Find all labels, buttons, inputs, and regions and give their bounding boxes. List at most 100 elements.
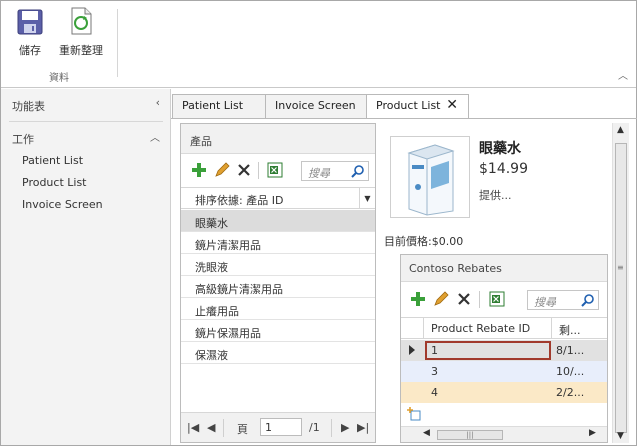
scrollbar-thumb[interactable] [615,143,627,433]
ribbon-collapse-icon[interactable]: ︿ [618,67,628,82]
list-item-label: 保濕液 [195,349,228,362]
nav-panel: 功能表 ‹ 工作 ︿ Patient List Product List Inv… [1,89,171,445]
nav-divider [9,121,163,122]
prev-page-icon[interactable]: ◀ [207,421,215,434]
add-icon[interactable] [191,162,207,178]
nav-item-patient-list[interactable]: Patient List [22,154,83,167]
scrollbar-grip-icon: ≡ [617,263,624,272]
sort-label: 排序依據: 產品 ID [195,194,284,207]
eyedrops-image [407,144,455,216]
products-panel: 產品 搜尋 排序依據: 產品 ID ▼ 眼藥水 鏡片清潔用品 洗眼液 高級鏡片清… [180,123,376,443]
list-item-label: 止癢用品 [195,305,239,318]
app-window: 儲存 重新整理 資料 ︿ 功能表 ‹ 工作 ︿ Patient List Pro… [0,0,637,446]
selected-cell[interactable] [425,341,551,360]
list-item-label: 高級鏡片清潔用品 [195,283,283,296]
row-pointer-icon [409,345,415,355]
nav-header: 功能表 [12,100,45,113]
sort-dropdown[interactable]: 排序依據: 產品 ID ▼ [181,187,375,209]
new-row-icon[interactable] [407,407,421,421]
list-item[interactable]: 高級鏡片清潔用品 [181,276,375,298]
page-total: /1 [309,421,320,434]
edit-icon[interactable] [214,162,230,178]
list-item[interactable]: 保濕液 [181,342,375,364]
table-row[interactable]: 1 8/1... [401,340,607,361]
pager: |◀ ◀ 頁 1 /1 ▶ ▶| [181,412,375,442]
list-item-label: 鏡片清潔用品 [195,239,261,252]
product-image [390,136,470,218]
refresh-label: 重新整理 [59,44,103,57]
search-placeholder: 搜尋 [534,296,556,309]
horizontal-scrollbar[interactable]: ◀ ||| ▶ [401,426,607,442]
rebate-id-cell: 4 [431,386,438,399]
rebate-cell-2: 10/... [556,365,585,378]
chevron-down-icon[interactable]: ▼ [359,188,375,208]
edit-icon[interactable] [433,291,449,307]
page-label: 頁 [237,423,248,436]
next-page-icon[interactable]: ▶ [341,421,349,434]
tab-product-list[interactable]: Product List ✕ [366,94,469,119]
scroll-up-icon[interactable]: ▲ [617,125,624,135]
nav-group-title: 工作 [12,133,34,146]
tab-patient-list[interactable]: Patient List [172,94,266,118]
column-separator [551,318,552,338]
list-item[interactable]: 鏡片清潔用品 [181,232,375,254]
add-icon[interactable] [410,291,426,307]
delete-icon[interactable] [236,162,252,178]
ribbon-separator [117,9,118,77]
products-title: 產品 [190,135,212,148]
list-item-label: 眼藥水 [195,217,228,230]
delete-icon[interactable] [456,291,472,307]
pager-separator [223,419,224,437]
current-price: 目前價格:$0.00 [384,235,464,248]
tab-label: Patient List [182,99,244,112]
tab-label: Product List [376,99,441,112]
search-icon[interactable] [351,164,365,178]
tab-invoice-screen[interactable]: Invoice Screen [265,94,367,118]
rebate-cell-2: 2/2... [556,386,585,399]
list-item[interactable]: 止癢用品 [181,298,375,320]
first-page-icon[interactable]: |◀ [187,421,199,434]
scroll-down-icon[interactable]: ▼ [617,431,624,441]
table-row[interactable]: 4 2/2... [401,382,607,403]
search-icon[interactable] [581,293,595,307]
column-header-rebate-id[interactable]: Product Rebate ID [431,322,530,335]
rebates-panel: Contoso Rebates 搜尋 Product Rebate ID 剩..… [400,254,608,443]
scrollbar-thumb[interactable]: ||| [437,430,503,440]
products-header: 產品 [181,124,375,154]
rebates-toolbar: 搜尋 [401,286,607,314]
rebates-search-input[interactable]: 搜尋 [527,290,599,310]
scroll-left-icon[interactable]: ◀ [423,428,430,438]
excel-icon[interactable] [489,291,505,307]
list-item[interactable]: 眼藥水 [181,210,375,232]
chevron-up-icon[interactable]: ︿ [150,129,160,144]
toolbar-separator [258,162,259,179]
list-item[interactable]: 鏡片保濕用品 [181,320,375,342]
refresh-button[interactable]: 重新整理 [57,7,105,58]
column-header-2[interactable]: 剩... [559,322,581,338]
products-search-input[interactable]: 搜尋 [301,161,369,181]
nav-item-invoice-screen[interactable]: Invoice Screen [22,198,103,211]
save-label: 儲存 [19,44,41,57]
page-number-input[interactable]: 1 [260,418,302,436]
close-icon[interactable]: ✕ [446,97,458,113]
table-row[interactable]: 3 10/... [401,361,607,382]
last-page-icon[interactable]: ▶| [357,421,369,434]
rebates-header: Contoso Rebates [401,255,607,282]
list-item[interactable]: 洗眼液 [181,254,375,276]
rebates-grid-header: Product Rebate ID 剩... [401,317,607,339]
excel-icon[interactable] [267,162,283,178]
rebate-id-cell: 3 [431,365,438,378]
product-name: 眼藥水 [479,141,521,157]
search-placeholder: 搜尋 [308,167,330,180]
save-button[interactable]: 儲存 [15,7,45,58]
scroll-right-icon[interactable]: ▶ [589,428,596,438]
products-toolbar: 搜尋 [181,157,375,185]
ribbon: 儲存 重新整理 資料 ︿ [1,1,636,88]
column-separator [423,318,424,338]
nav-item-product-list[interactable]: Product List [22,176,87,189]
collapse-left-icon[interactable]: ‹ [156,96,160,109]
list-item-label: 鏡片保濕用品 [195,327,261,340]
save-icon [17,9,43,35]
rebate-id-cell: 1 [431,344,438,357]
vertical-scrollbar[interactable]: ▲ ≡ ▼ [612,123,629,443]
